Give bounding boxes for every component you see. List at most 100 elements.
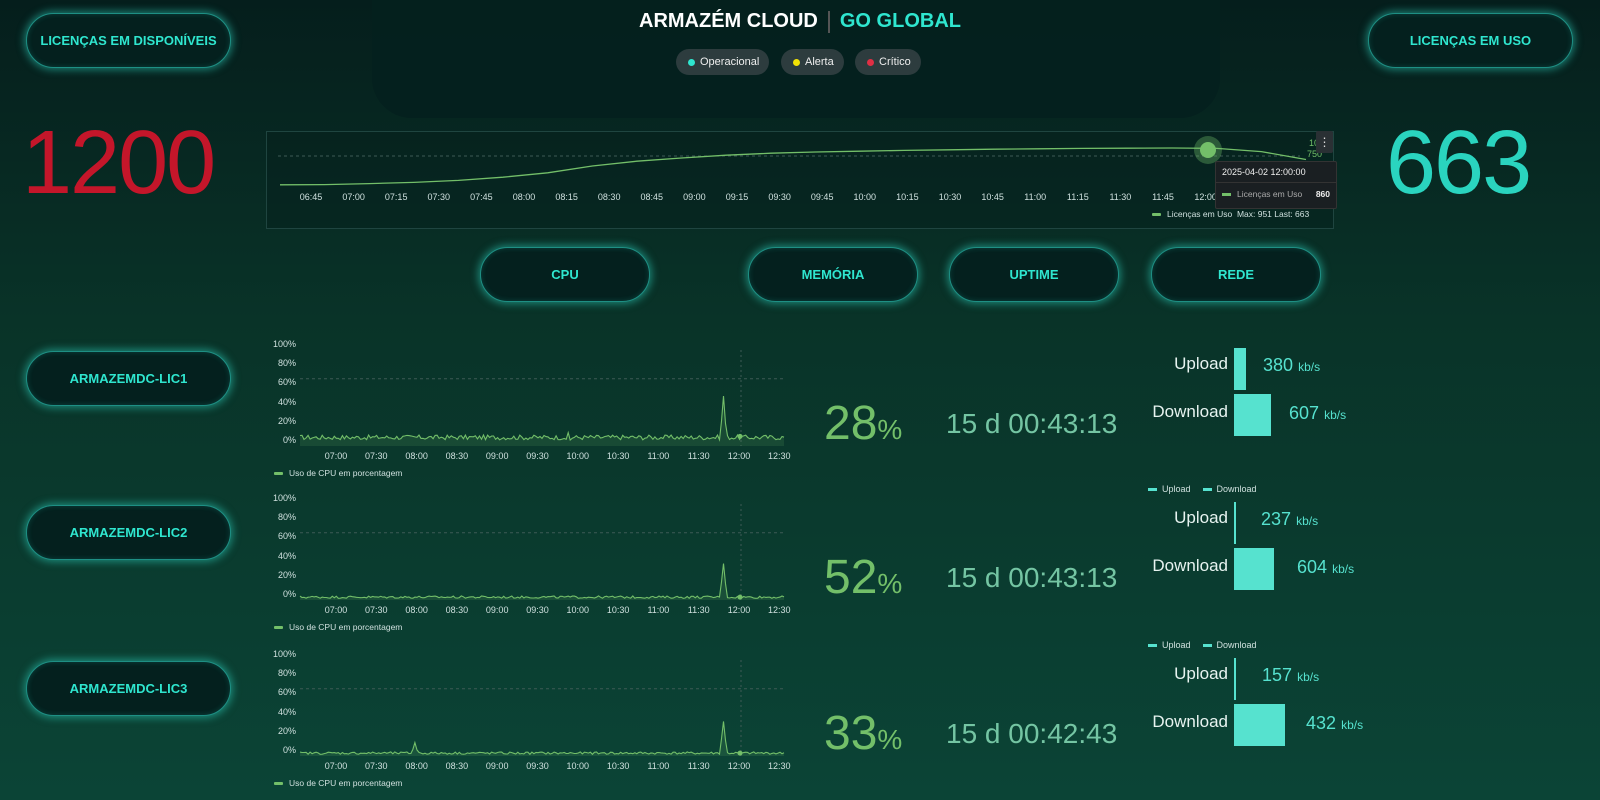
- cpu-y-tick: 20%: [277, 725, 296, 736]
- cpu-y-tick: 0%: [282, 745, 296, 755]
- cpu-y-tick: 60%: [277, 687, 296, 698]
- server-button[interactable]: ARMAZEMDC-LIC3: [26, 661, 231, 716]
- license-x-tick: 08:30: [597, 192, 621, 202]
- license-x-tick: 11:15: [1066, 192, 1089, 202]
- cpu-x-tick: 12:30: [768, 761, 791, 771]
- license-x-tick: 07:30: [427, 192, 451, 202]
- cpu-x-tick: 09:30: [526, 451, 549, 461]
- unit-label: kb/s: [1332, 562, 1355, 576]
- cpu-y-tick: 40%: [277, 396, 296, 407]
- legend-swatch: [1152, 212, 1161, 216]
- cpu-percent-value: 28: [824, 397, 878, 450]
- cpu-series-area: [300, 721, 784, 756]
- legend-label: Uso de CPU em porcentagem: [289, 622, 403, 632]
- panel-menu-icon[interactable]: ⋮: [1316, 131, 1333, 153]
- cpu-x-tick: 11:30: [687, 451, 710, 461]
- cpu-y-tick: 60%: [277, 377, 296, 388]
- cpu-hover-point: [737, 750, 743, 756]
- cpu-x-tick: 10:30: [606, 761, 630, 771]
- license-x-tick: 09:45: [810, 192, 834, 202]
- license-x-tick: 08:15: [555, 192, 578, 202]
- license-series-line: [279, 147, 1307, 186]
- cpu-x-tick: 11:00: [647, 605, 670, 615]
- license-x-tick: 12:00: [1194, 192, 1217, 202]
- download-label: Download: [1152, 402, 1228, 421]
- tab-rede[interactable]: REDE: [1151, 247, 1321, 302]
- legend-swatch: [1202, 487, 1212, 491]
- license-x-tick: 10:30: [938, 192, 962, 202]
- cpu-y-tick: 40%: [277, 706, 296, 717]
- tooltip-value: 860: [1315, 189, 1330, 199]
- cpu-percent: 33%: [824, 706, 902, 761]
- unit-label: kb/s: [1297, 670, 1320, 684]
- cpu-series-line: [299, 563, 785, 600]
- legend-stats: Max: 951 Last: 663: [1236, 209, 1310, 219]
- cpu-x-tick: 11:30: [687, 605, 710, 615]
- upload-value: 157 kb/s: [1262, 665, 1319, 686]
- license-x-tick: 11:30: [1109, 192, 1132, 202]
- cpu-x-tick: 12:00: [727, 451, 751, 461]
- cpu-series-line: [299, 721, 785, 756]
- license-x-tick: 10:00: [853, 192, 877, 202]
- cpu-x-tick: 12:00: [727, 605, 751, 615]
- network-legend: Upload Download: [1148, 484, 1257, 494]
- cpu-x-tick: 07:30: [365, 451, 388, 461]
- legend-swatch: [1148, 487, 1157, 491]
- server-button[interactable]: ARMAZEMDC-LIC2: [26, 505, 231, 560]
- cpu-y-tick: 40%: [277, 550, 296, 561]
- unit-label: kb/s: [1341, 718, 1364, 732]
- license-x-tick: 07:15: [384, 192, 408, 202]
- upload-label: Upload: [1174, 664, 1228, 683]
- upload-bar: [1234, 348, 1246, 390]
- license-x-tick: 09:30: [768, 192, 791, 202]
- tooltip-time: 2025-04-02 12:00:00: [1222, 167, 1306, 177]
- percent-sign: %: [877, 724, 903, 755]
- tooltip-series: Licenças em Uso: [1222, 189, 1302, 199]
- license-legend: Licenças em Uso Max: 951 Last: 663: [1152, 209, 1309, 219]
- upload-label: Upload: [1174, 354, 1228, 373]
- license-x-tick: 09:00: [683, 192, 706, 202]
- cpu-x-tick: 10:30: [606, 451, 630, 461]
- download-value: 604 kb/s: [1297, 557, 1354, 578]
- cpu-legend: Uso de CPU em porcentagem: [274, 778, 402, 788]
- unit-label: kb/s: [1324, 408, 1347, 422]
- legend-label: Uso de CPU em porcentagem: [289, 468, 403, 478]
- license-line-chart: [278, 136, 1307, 756]
- download-number: 607: [1289, 403, 1320, 423]
- tooltip-series-label: Licenças em Uso: [1237, 189, 1303, 199]
- legend-label: Licenças em Uso: [1167, 209, 1233, 219]
- legend-swatch: [1202, 643, 1212, 647]
- cpu-x-tick: 09:00: [485, 761, 509, 771]
- tab-cpu[interactable]: CPU: [480, 247, 650, 302]
- cpu-x-tick: 11:00: [647, 761, 670, 771]
- legend-label: Upload: [1162, 484, 1191, 494]
- cpu-y-tick: 100%: [272, 493, 296, 503]
- cpu-y-tick: 100%: [272, 339, 296, 349]
- cpu-x-tick: 11:00: [647, 451, 670, 461]
- cpu-y-tick: 60%: [277, 531, 296, 542]
- server-button[interactable]: ARMAZEMDC-LIC1: [26, 351, 231, 406]
- legend-swatch: [274, 471, 283, 475]
- tab-uptime[interactable]: UPTIME: [949, 247, 1119, 302]
- cpu-x-tick: 08:00: [405, 605, 428, 615]
- legend-label: Download: [1216, 640, 1257, 650]
- cpu-y-tick: 80%: [277, 668, 296, 679]
- cpu-y-tick: 20%: [277, 569, 296, 580]
- download-number: 432: [1306, 713, 1337, 733]
- uptime-value: 15 d 00:43:13: [946, 562, 1118, 593]
- cpu-x-tick: 07:30: [365, 761, 388, 771]
- cpu-y-tick: 20%: [277, 415, 296, 426]
- cpu-percent-value: 33: [824, 707, 878, 760]
- cpu-y-tick: 80%: [277, 358, 296, 369]
- tab-memoria[interactable]: MEMÓRIA: [748, 247, 918, 302]
- download-label: Download: [1152, 556, 1228, 575]
- chart-tooltip: 2025-04-02 12:00:00 Licenças em Uso 860: [1215, 161, 1337, 209]
- upload-number: 237: [1261, 509, 1292, 529]
- hover-point[interactable]: [1200, 142, 1216, 158]
- cpu-x-tick: 12:00: [727, 761, 751, 771]
- license-x-tick: 10:15: [896, 192, 919, 202]
- cpu-percent-value: 52: [824, 551, 878, 604]
- download-label: Download: [1152, 712, 1228, 731]
- cpu-y-tick: 0%: [282, 589, 296, 599]
- uptime-value: 15 d 00:42:43: [946, 718, 1118, 749]
